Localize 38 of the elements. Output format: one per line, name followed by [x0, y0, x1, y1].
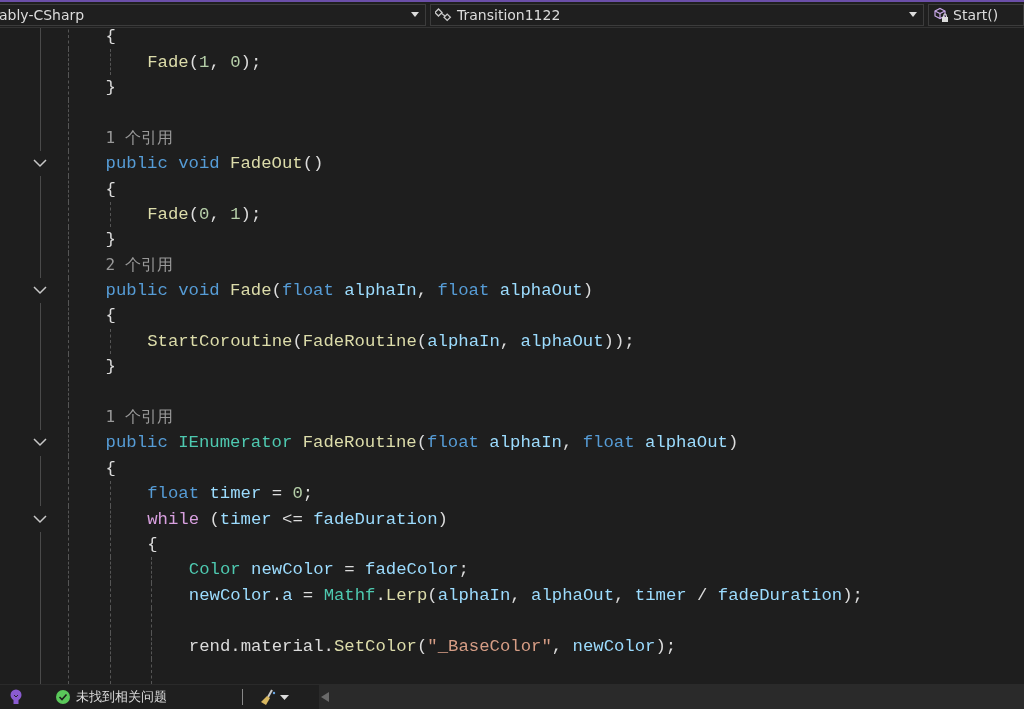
code-line: {: [105, 306, 116, 326]
reference-count[interactable]: 2 个引用: [105, 254, 173, 276]
caret-icon: [411, 12, 419, 17]
issues-status[interactable]: 未找到相关问题: [76, 688, 242, 706]
navigation-dropdown[interactable]: Transition1122: [430, 3, 924, 26]
reference-count[interactable]: 1 个引用: [105, 407, 173, 429]
caret-icon[interactable]: [280, 694, 289, 700]
navigation-dropdown[interactable]: Start(): [928, 3, 1024, 26]
collapse-chevron-icon[interactable]: [33, 438, 47, 448]
broom-icon[interactable]: [259, 688, 277, 706]
code-line: rend.material.SetColor("_BaseColor", newColor);: [188, 636, 677, 656]
scroll-left-icon[interactable]: [321, 692, 329, 702]
code-line: {: [105, 27, 116, 47]
collapse-chevron-icon[interactable]: [33, 514, 47, 524]
code-line: public IEnumerator FadeRoutine(float alphaIn, float alphaOut): [105, 433, 739, 453]
code-line: {: [105, 179, 116, 199]
code-line: }: [105, 357, 116, 377]
code-line: newColor.a = Mathf.Lerp(alphaIn, alphaOut, timer / fadeDuration);: [188, 585, 863, 605]
code-line: while (timer <= fadeDuration): [147, 509, 448, 529]
code-line: public void FadeOut(): [105, 154, 324, 174]
code-line: float timer = 0;: [147, 484, 314, 504]
class-icon: [435, 6, 453, 23]
code-line: Color newColor = fadeColor;: [188, 560, 469, 580]
code-line: Fade(0, 1);: [147, 204, 262, 224]
code-line: Fade(1, 0);: [147, 52, 262, 72]
code-line: }: [105, 230, 116, 250]
cube-lock-icon: [933, 6, 949, 23]
navigation-dropdown[interactable]: ably-CSharp: [0, 3, 426, 26]
check-icon: [56, 690, 70, 704]
reference-count[interactable]: 1 个引用: [105, 127, 173, 149]
code-line: {: [105, 458, 116, 478]
code-line: StartCoroutine(FadeRoutine(alphaIn, alphaOut));: [147, 331, 635, 351]
collapse-chevron-icon[interactable]: [33, 159, 47, 169]
collapse-chevron-icon[interactable]: [33, 286, 47, 296]
code-line: {: [147, 535, 158, 554]
code-line: public void Fade(float alphaIn, float alphaOut): [105, 281, 594, 301]
caret-icon: [909, 12, 917, 17]
code-line: }: [105, 77, 116, 97]
